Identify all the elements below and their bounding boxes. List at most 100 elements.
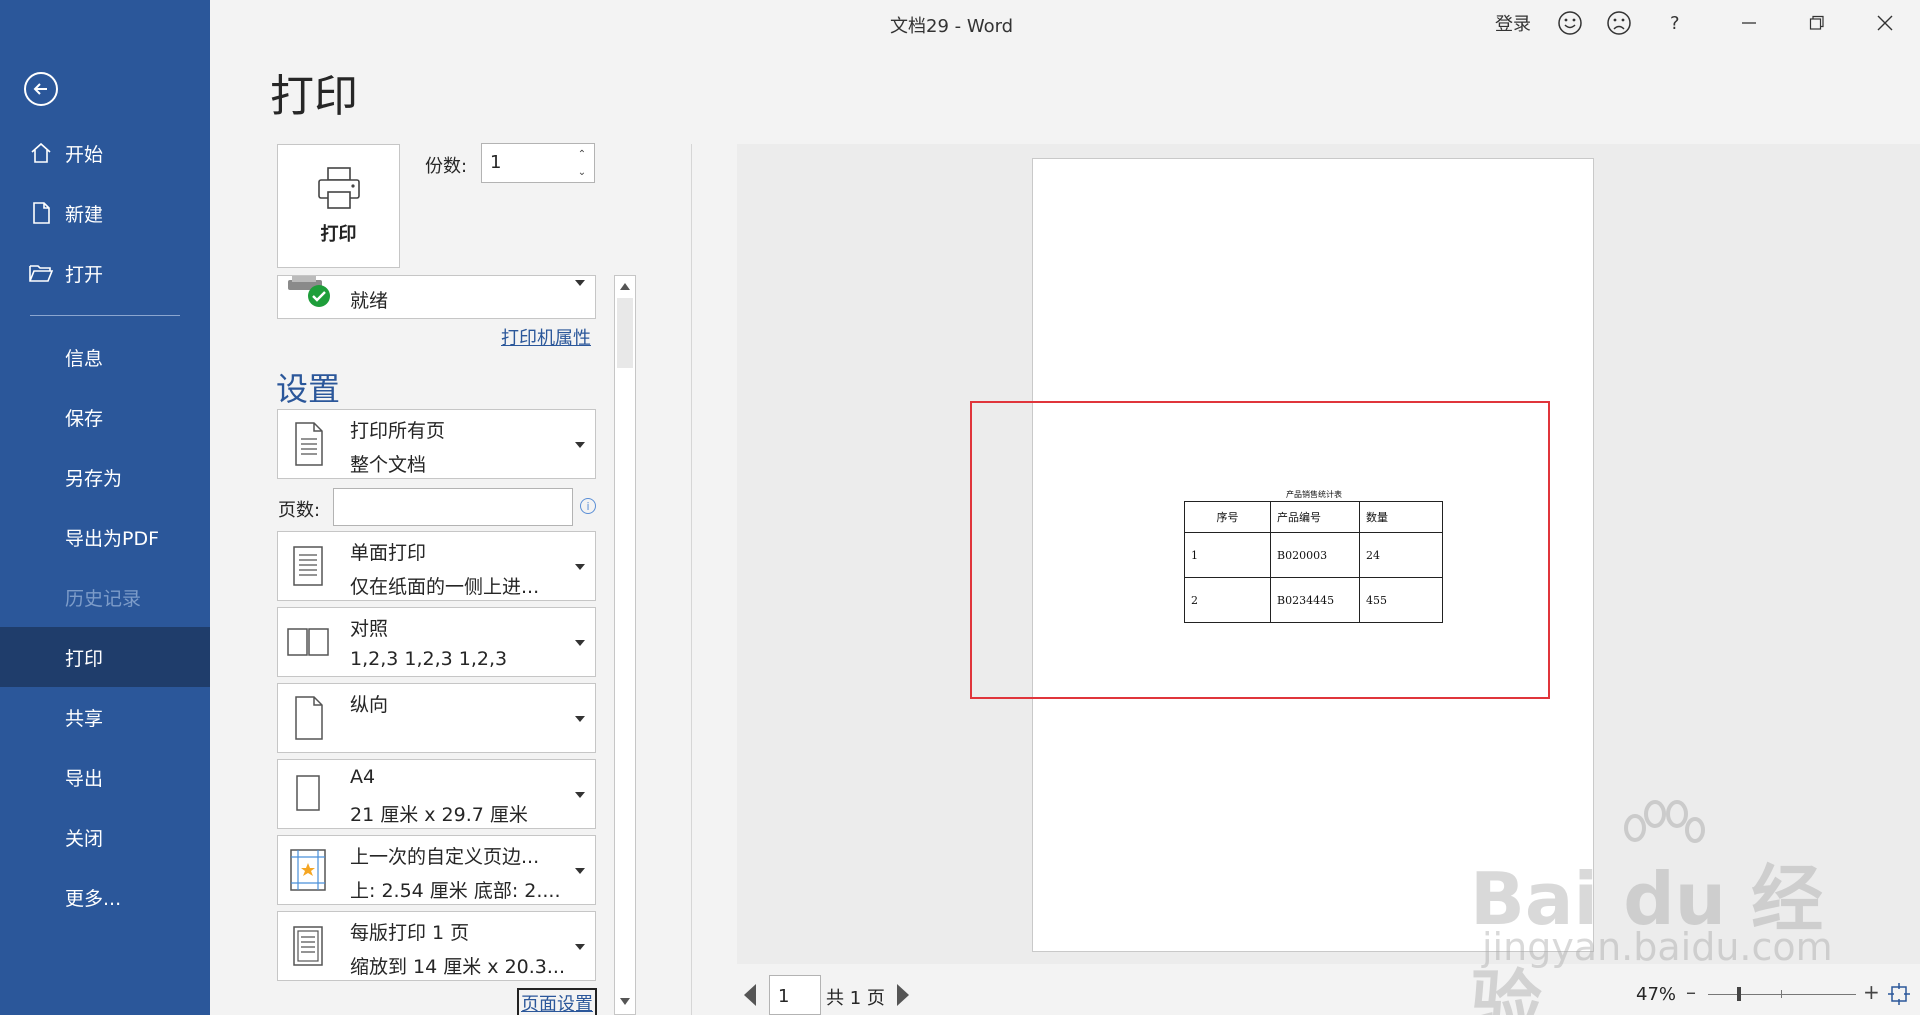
minimize-icon[interactable] — [1738, 8, 1760, 38]
option-title: 纵向 — [350, 694, 389, 716]
zoom-slider-thumb[interactable] — [1737, 987, 1741, 1001]
sidebar-item-export-pdf[interactable]: 导出为PDF — [0, 507, 210, 567]
current-page-input[interactable]: 1 — [769, 975, 821, 1015]
option-title: 每版打印 1 页 — [350, 922, 470, 944]
zoom-out-icon[interactable]: – — [1686, 980, 1696, 1004]
option-subtitle: 缩放到 14 厘米 x 20.3... — [350, 956, 566, 978]
printer-icon — [316, 166, 362, 214]
document-pages-icon — [286, 418, 330, 470]
chevron-down-icon — [575, 640, 585, 646]
sidebar-item-save[interactable]: 保存 — [0, 387, 210, 447]
option-title: 单面打印 — [350, 542, 427, 564]
margins-select[interactable]: 上一次的自定义页边... 上: 2.54 厘米 底部: 2.... — [277, 835, 596, 905]
sidebar-item-share[interactable]: 共享 — [0, 687, 210, 747]
zoom-percentage[interactable]: 47% — [1636, 984, 1676, 1005]
option-subtitle: 21 厘米 x 29.7 厘米 — [350, 804, 528, 826]
scroll-down-icon[interactable] — [620, 998, 630, 1005]
option-subtitle: 上: 2.54 厘米 底部: 2.... — [350, 880, 561, 902]
custom-margins-icon — [286, 844, 330, 896]
watermark-url-text: jingyan.baidu.com — [1482, 925, 1833, 969]
smile-feedback-icon[interactable] — [1557, 8, 1583, 38]
paper-size-select[interactable]: A4 21 厘米 x 29.7 厘米 — [277, 759, 596, 829]
collated-icon — [286, 616, 330, 668]
chevron-down-icon — [575, 280, 585, 286]
sidebar-item-label: 导出 — [65, 767, 104, 790]
chevron-down-icon — [575, 944, 585, 950]
chevron-down-icon — [575, 868, 585, 874]
zoom-in-icon[interactable]: + — [1863, 980, 1880, 1004]
settings-title: 设置 — [276, 370, 341, 408]
scrollbar-thumb[interactable] — [617, 298, 633, 368]
sidebar-item-label: 关闭 — [65, 827, 104, 850]
total-pages: 共 1 页 — [826, 988, 885, 1009]
sidebar-item-info[interactable]: 信息 — [0, 327, 210, 387]
sidebar-item-label: 打印 — [65, 647, 104, 670]
option-title: 打印所有页 — [350, 420, 446, 442]
window-title: 文档29 - Word — [890, 16, 1014, 37]
pages-per-sheet-select[interactable]: 每版打印 1 页 缩放到 14 厘米 x 20.3... — [277, 911, 596, 981]
sidebar-item-more[interactable]: 更多... — [0, 867, 210, 927]
sidebar-item-label: 新建 — [65, 203, 104, 226]
zoom-slider[interactable] — [1708, 994, 1856, 995]
back-arrow-icon[interactable] — [24, 72, 58, 106]
orientation-select[interactable]: 纵向 — [277, 683, 596, 753]
printer-properties-link[interactable]: 打印机属性 — [501, 324, 591, 350]
chevron-down-icon — [575, 716, 585, 722]
sidebar-item-save-as[interactable]: 另存为 — [0, 447, 210, 507]
frown-feedback-icon[interactable] — [1606, 8, 1632, 38]
folder-open-icon — [28, 260, 54, 286]
sidebar-item-home[interactable]: 开始 — [0, 123, 210, 183]
collation-select[interactable]: 对照 1,2,3 1,2,3 1,2,3 — [277, 607, 596, 677]
zoom-slider-center-tick — [1781, 990, 1782, 998]
page-setup-link[interactable]: 页面设置 — [517, 988, 597, 1015]
chevron-down-icon — [575, 564, 585, 570]
sidebar-item-print[interactable]: 打印 — [0, 627, 210, 687]
page-title: 打印 — [270, 71, 358, 122]
printer-status: 就绪 — [350, 290, 389, 312]
sidebar-item-label: 打开 — [65, 263, 104, 286]
copies-up-icon[interactable]: ⌃ — [573, 145, 591, 163]
paper-size-icon — [286, 768, 330, 820]
pages-per-sheet-icon — [286, 920, 330, 972]
chevron-down-icon — [575, 792, 585, 798]
sign-in-link[interactable]: 登录 — [1495, 8, 1531, 38]
sidebar-item-new[interactable]: 新建 — [0, 183, 210, 243]
info-icon[interactable]: i — [580, 498, 596, 514]
restore-icon[interactable] — [1806, 8, 1828, 38]
pages-input[interactable] — [333, 488, 573, 526]
sidebar-item-label: 共享 — [65, 707, 104, 730]
sidebar-item-label: 开始 — [65, 143, 104, 166]
print-range-select[interactable]: 打印所有页 整个文档 — [277, 409, 596, 479]
sidebar-item-label: 更多... — [65, 887, 122, 910]
sidebar-item-history: 历史记录 — [0, 567, 210, 627]
sidebar-item-export[interactable]: 导出 — [0, 747, 210, 807]
printer-select[interactable]: 就绪 — [277, 275, 596, 319]
option-title: 上一次的自定义页边... — [350, 846, 540, 868]
copies-label: 份数: — [425, 156, 468, 177]
option-subtitle: 仅在纸面的一侧上进... — [350, 576, 540, 598]
copies-down-icon[interactable]: ⌄ — [573, 163, 591, 181]
close-icon[interactable] — [1874, 8, 1896, 38]
sidebar-item-close[interactable]: 关闭 — [0, 807, 210, 867]
home-icon — [28, 140, 54, 166]
portrait-orientation-icon — [286, 692, 330, 744]
zoom-to-page-icon[interactable] — [1888, 983, 1910, 1005]
new-document-icon — [28, 200, 54, 226]
print-button-label: 打印 — [320, 224, 357, 245]
help-button[interactable]: ? — [1670, 8, 1680, 38]
sidebar-divider — [30, 315, 180, 316]
chevron-down-icon — [575, 442, 585, 448]
sidebar-item-label: 另存为 — [65, 467, 123, 490]
baidu-watermark: Bai du 经验 jingyan.baidu.com — [1470, 800, 1833, 1015]
scroll-up-icon[interactable] — [620, 283, 630, 290]
print-button[interactable]: 打印 — [277, 144, 400, 268]
highlight-annotation — [970, 401, 1550, 699]
sidebar-item-open[interactable]: 打开 — [0, 243, 210, 303]
sidebar-item-label: 保存 — [65, 407, 104, 430]
option-subtitle: 整个文档 — [350, 454, 427, 476]
settings-scrollbar[interactable] — [614, 275, 636, 1015]
option-subtitle: 1,2,3 1,2,3 1,2,3 — [350, 648, 508, 670]
sides-select[interactable]: 单面打印 仅在纸面的一侧上进... — [277, 531, 596, 601]
previous-page-icon[interactable] — [744, 984, 756, 1006]
next-page-icon[interactable] — [897, 984, 909, 1006]
